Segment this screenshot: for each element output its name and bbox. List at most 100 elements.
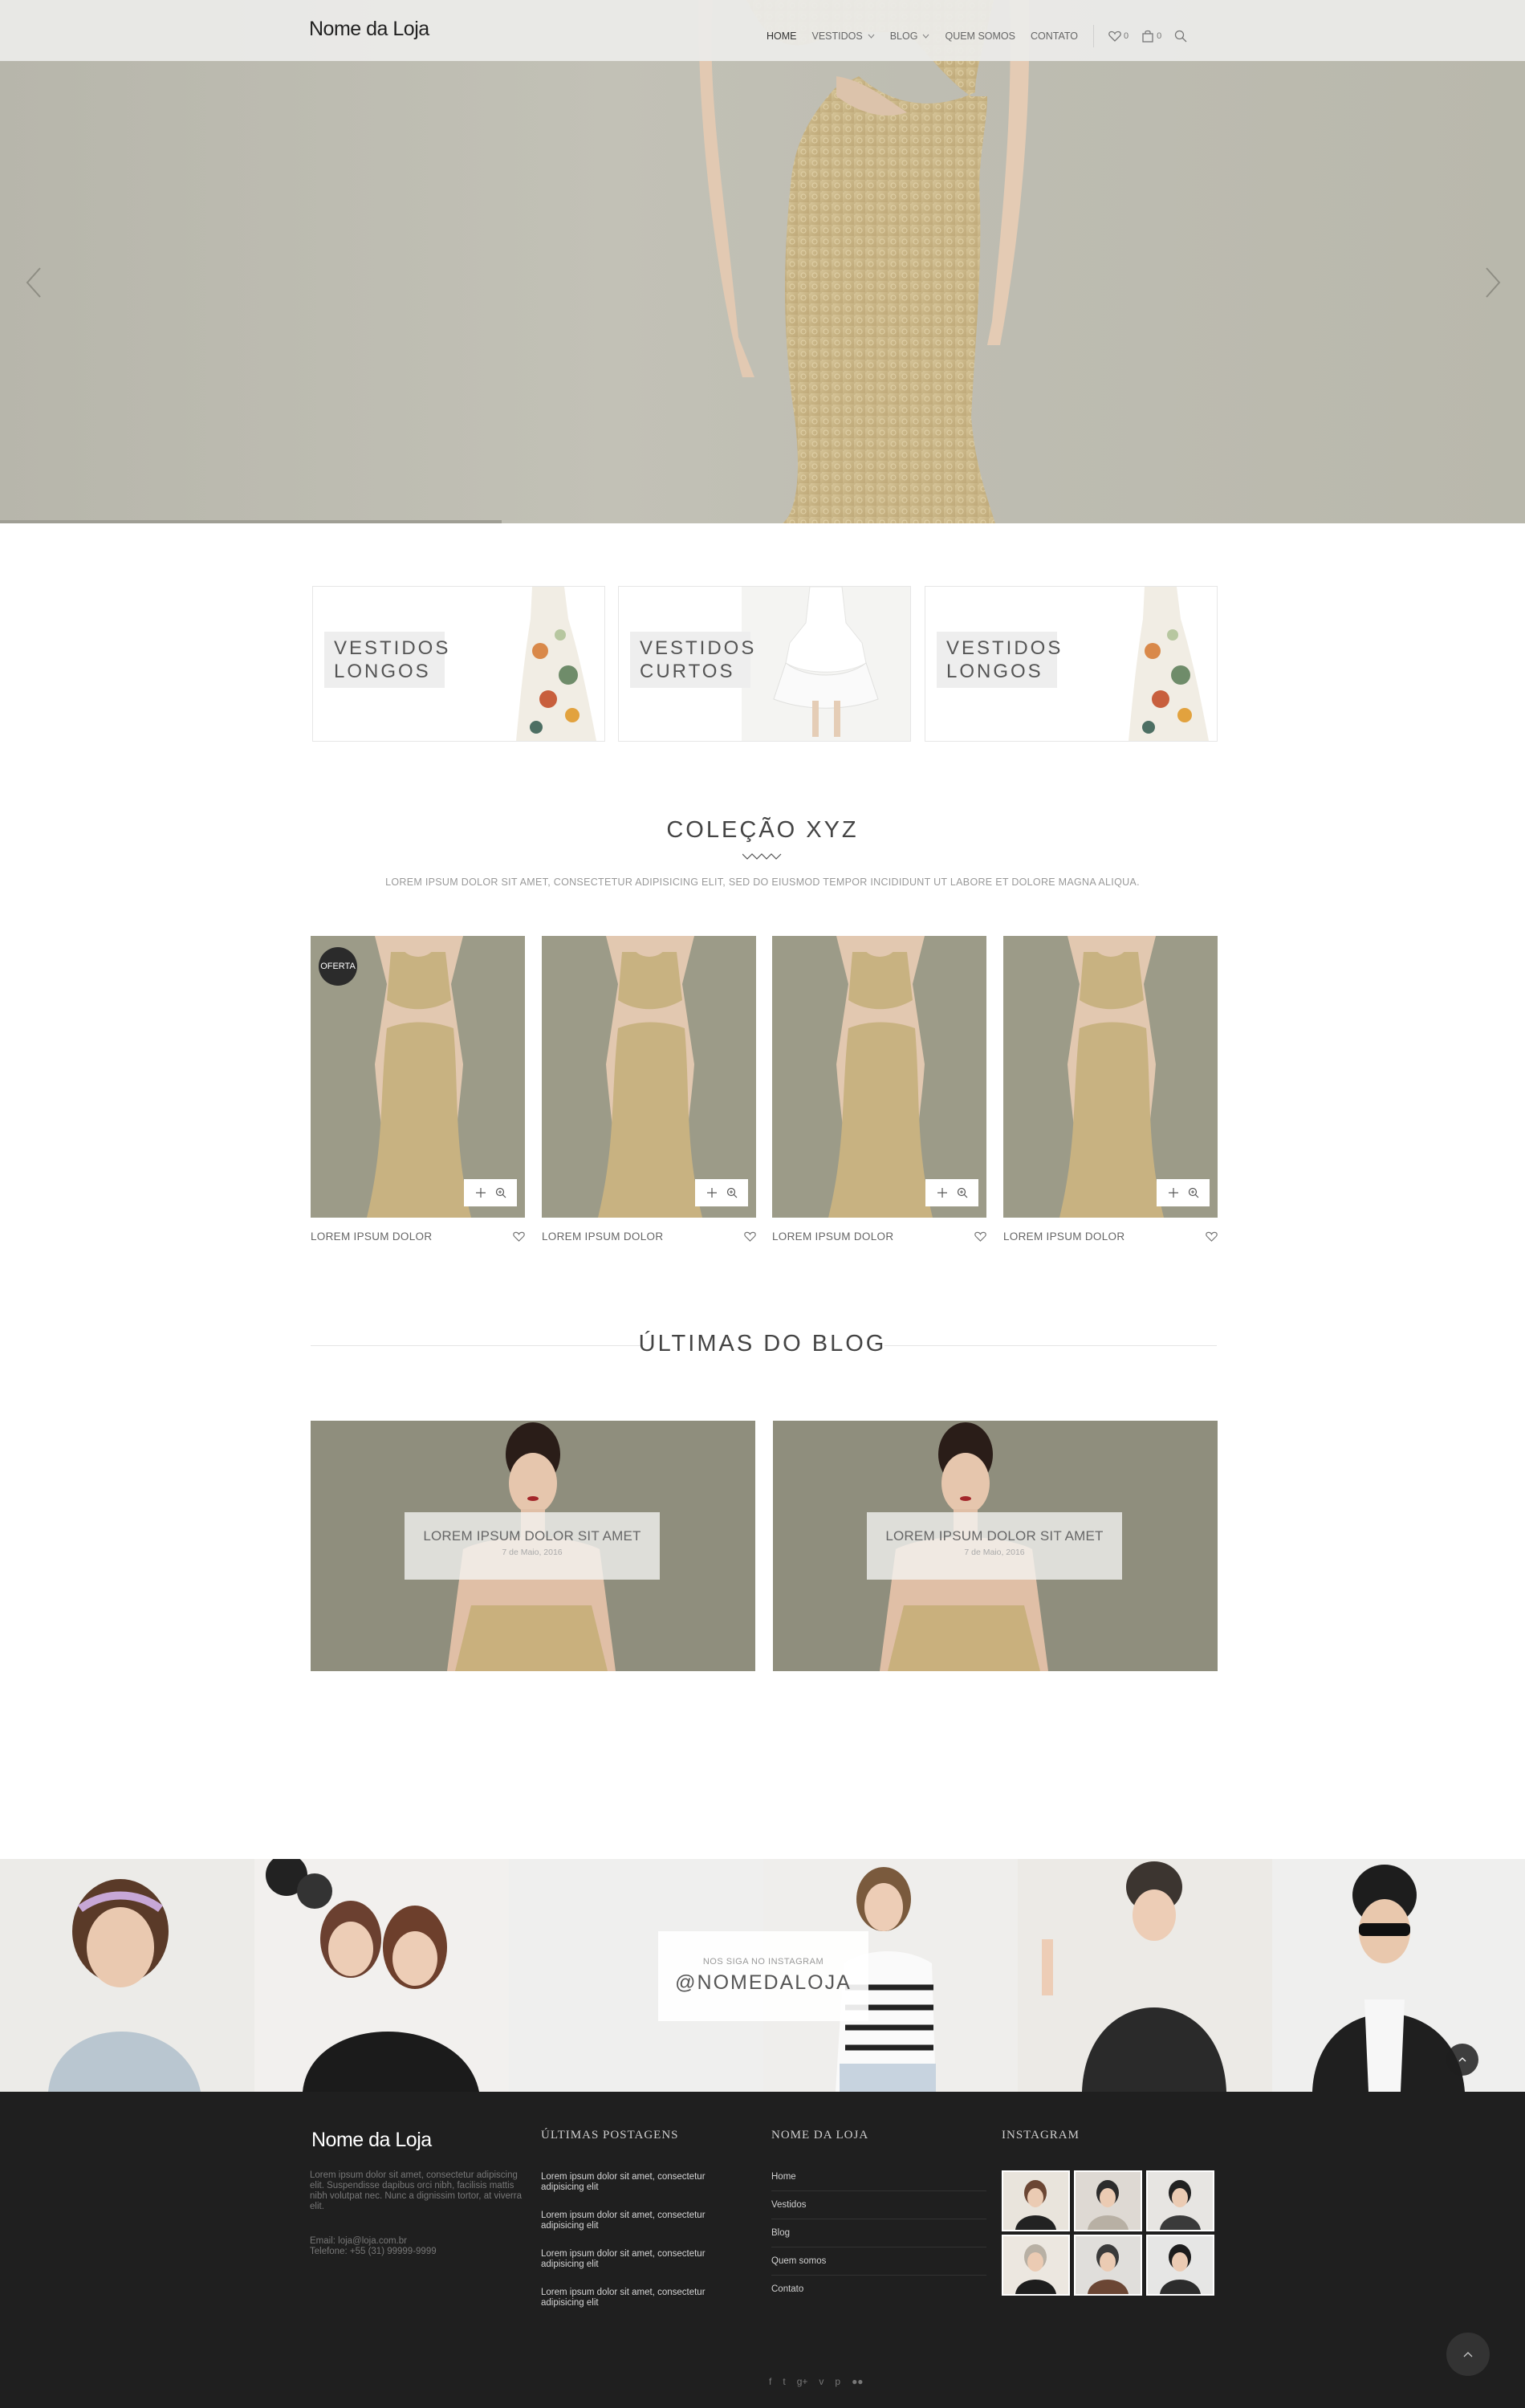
- nav-blog[interactable]: BLOG: [890, 31, 930, 42]
- product-image[interactable]: OFERTA: [311, 936, 525, 1218]
- wishlist-button[interactable]: 0: [1108, 31, 1128, 42]
- instagram-photo[interactable]: [1272, 1859, 1525, 2092]
- footer-instagram-photo[interactable]: [1002, 2235, 1070, 2296]
- dress-photo: [1003, 936, 1218, 1218]
- footer-instagram-photo[interactable]: [1074, 2235, 1142, 2296]
- blog-post-overlay: LOREM IPSUM DOLOR SIT AMET 7 de Maio, 20…: [405, 1512, 660, 1580]
- footer-instagram-photo[interactable]: [1002, 2170, 1070, 2231]
- blog-post-title[interactable]: LOREM IPSUM DOLOR SIT AMET: [405, 1528, 660, 1544]
- footer-instagram-photo[interactable]: [1146, 2235, 1214, 2296]
- footer-link-home[interactable]: Home: [771, 2172, 986, 2191]
- instagram-photo[interactable]: [254, 1859, 509, 2092]
- instagram-thumb-image: [1088, 2244, 1128, 2294]
- nav-vestidos-label: VESTIDOS: [811, 31, 863, 42]
- product-actions: [464, 1179, 517, 1206]
- instagram-thumb-image: [1015, 2244, 1056, 2294]
- heart-icon[interactable]: [744, 1231, 756, 1242]
- product-card[interactable]: LOREM IPSUM DOLOR: [542, 936, 756, 1243]
- pinterest-icon[interactable]: p: [835, 2376, 840, 2387]
- zoom-icon[interactable]: [495, 1187, 506, 1198]
- category-label: VESTIDOS LONGOS: [937, 632, 1060, 688]
- hero-next-arrow-icon[interactable]: [1480, 265, 1504, 300]
- collection-subtitle: LOREM IPSUM DOLOR SIT AMET, CONSECTETUR …: [385, 877, 1140, 888]
- footer-link-quem-somos[interactable]: Quem somos: [771, 2256, 986, 2276]
- footer-post-link[interactable]: Lorem ipsum dolor sit amet, consectetur …: [541, 2288, 726, 2308]
- product-card[interactable]: OFERTA LOREM IPSUM DOLOR: [311, 936, 525, 1243]
- twitter-icon[interactable]: t: [783, 2376, 785, 2387]
- blog-post-title[interactable]: LOREM IPSUM DOLOR SIT AMET: [867, 1528, 1122, 1544]
- blog-post-card[interactable]: LOREM IPSUM DOLOR SIT AMET 7 de Maio, 20…: [311, 1421, 755, 1671]
- product-image[interactable]: [542, 936, 756, 1218]
- nav-vestidos[interactable]: VESTIDOS: [812, 31, 875, 42]
- category-label-line1: VESTIDOS: [640, 637, 757, 659]
- instagram-thumb-image: [1160, 2180, 1201, 2230]
- site-logo[interactable]: Nome da Loja: [309, 18, 429, 41]
- footer-link-vestidos[interactable]: Vestidos: [771, 2200, 986, 2219]
- nav-quem-somos[interactable]: QUEM SOMOS: [945, 31, 1015, 42]
- add-to-cart-icon[interactable]: [706, 1187, 718, 1198]
- product-actions: [695, 1179, 748, 1206]
- nav-contato[interactable]: CONTATO: [1031, 31, 1078, 42]
- search-button[interactable]: [1174, 30, 1190, 43]
- search-icon: [1175, 30, 1187, 43]
- add-to-cart-icon[interactable]: [475, 1187, 486, 1198]
- footer-scroll-top-button[interactable]: [1446, 2333, 1490, 2376]
- footer-instagram-heading: INSTAGRAM: [1002, 2129, 1080, 2142]
- category-label-line1: VESTIDOS: [334, 637, 451, 659]
- heart-icon[interactable]: [974, 1231, 986, 1242]
- category-label-line1: VESTIDOS: [946, 637, 1063, 659]
- footer-posts-heading: ÚLTIMAS POSTAGENS: [541, 2129, 679, 2142]
- footer-post-link[interactable]: Lorem ipsum dolor sit amet, consectetur …: [541, 2172, 726, 2193]
- chevron-up-icon: [1458, 2057, 1466, 2062]
- nav-home[interactable]: HOME: [767, 31, 797, 42]
- product-info: LOREM IPSUM DOLOR: [1003, 1230, 1218, 1243]
- google-plus-icon[interactable]: g+: [797, 2376, 808, 2387]
- product-image[interactable]: [772, 936, 986, 1218]
- zoom-icon[interactable]: [726, 1187, 738, 1198]
- add-to-cart-icon[interactable]: [937, 1187, 948, 1198]
- instagram-handle[interactable]: @NOMEDALOJA: [658, 1971, 868, 1995]
- facebook-icon[interactable]: f: [769, 2376, 771, 2387]
- scroll-top-button[interactable]: [1446, 2044, 1478, 2076]
- nav-quem-somos-label: QUEM SOMOS: [945, 31, 1015, 42]
- footer-email[interactable]: Email: loja@loja.com.br: [310, 2236, 437, 2247]
- footer-instagram-photo[interactable]: [1074, 2170, 1142, 2231]
- product-name[interactable]: LOREM IPSUM DOLOR: [772, 1230, 893, 1243]
- category-card-vestidos-curtos[interactable]: VESTIDOS CURTOS: [618, 586, 911, 742]
- product-actions: [925, 1179, 978, 1206]
- footer-link-blog[interactable]: Blog: [771, 2228, 986, 2247]
- product-image[interactable]: [1003, 936, 1218, 1218]
- footer-post-link[interactable]: Lorem ipsum dolor sit amet, consectetur …: [541, 2249, 726, 2270]
- chevron-down-icon: [923, 34, 929, 39]
- instagram-strip: NOS SIGA NO INSTAGRAM @NOMEDALOJA: [0, 1859, 1525, 2092]
- product-card[interactable]: LOREM IPSUM DOLOR: [1003, 936, 1218, 1243]
- footer-instagram-photo[interactable]: [1146, 2170, 1214, 2231]
- instagram-photo[interactable]: [0, 1859, 254, 2092]
- category-card-vestidos-longos[interactable]: VESTIDOS LONGOS: [312, 586, 605, 742]
- blog-post-date: 7 de Maio, 2016: [964, 1548, 1025, 1557]
- footer-logo[interactable]: Nome da Loja: [311, 2129, 432, 2152]
- heart-icon[interactable]: [1206, 1231, 1218, 1242]
- cart-button[interactable]: 0: [1141, 30, 1161, 43]
- blog-title: ÚLTIMAS DO BLOG: [638, 1331, 887, 1357]
- zoom-icon[interactable]: [1188, 1187, 1199, 1198]
- footer-link-contato[interactable]: Contato: [771, 2284, 986, 2303]
- instagram-photo[interactable]: [1018, 1859, 1272, 2092]
- footer-post-link[interactable]: Lorem ipsum dolor sit amet, consectetur …: [541, 2211, 726, 2231]
- zoom-icon[interactable]: [957, 1187, 968, 1198]
- nav-blog-label: BLOG: [889, 31, 918, 42]
- add-to-cart-icon[interactable]: [1168, 1187, 1179, 1198]
- instagram-thumb-image: [1015, 2180, 1056, 2230]
- nav-home-label: HOME: [767, 31, 797, 42]
- heart-icon[interactable]: [513, 1231, 525, 1242]
- blog-post-card[interactable]: LOREM IPSUM DOLOR SIT AMET 7 de Maio, 20…: [773, 1421, 1218, 1671]
- flickr-icon[interactable]: ●●: [852, 2376, 864, 2387]
- product-name[interactable]: LOREM IPSUM DOLOR: [1003, 1230, 1124, 1243]
- product-name[interactable]: LOREM IPSUM DOLOR: [311, 1230, 432, 1243]
- category-card-vestidos-longos-2[interactable]: VESTIDOS LONGOS: [925, 586, 1218, 742]
- product-card[interactable]: LOREM IPSUM DOLOR: [772, 936, 986, 1243]
- product-name[interactable]: LOREM IPSUM DOLOR: [542, 1230, 663, 1243]
- vimeo-icon[interactable]: v: [819, 2376, 824, 2387]
- instagram-follow-box[interactable]: NOS SIGA NO INSTAGRAM @NOMEDALOJA: [658, 1931, 868, 2021]
- hero-prev-arrow-icon[interactable]: [22, 265, 47, 300]
